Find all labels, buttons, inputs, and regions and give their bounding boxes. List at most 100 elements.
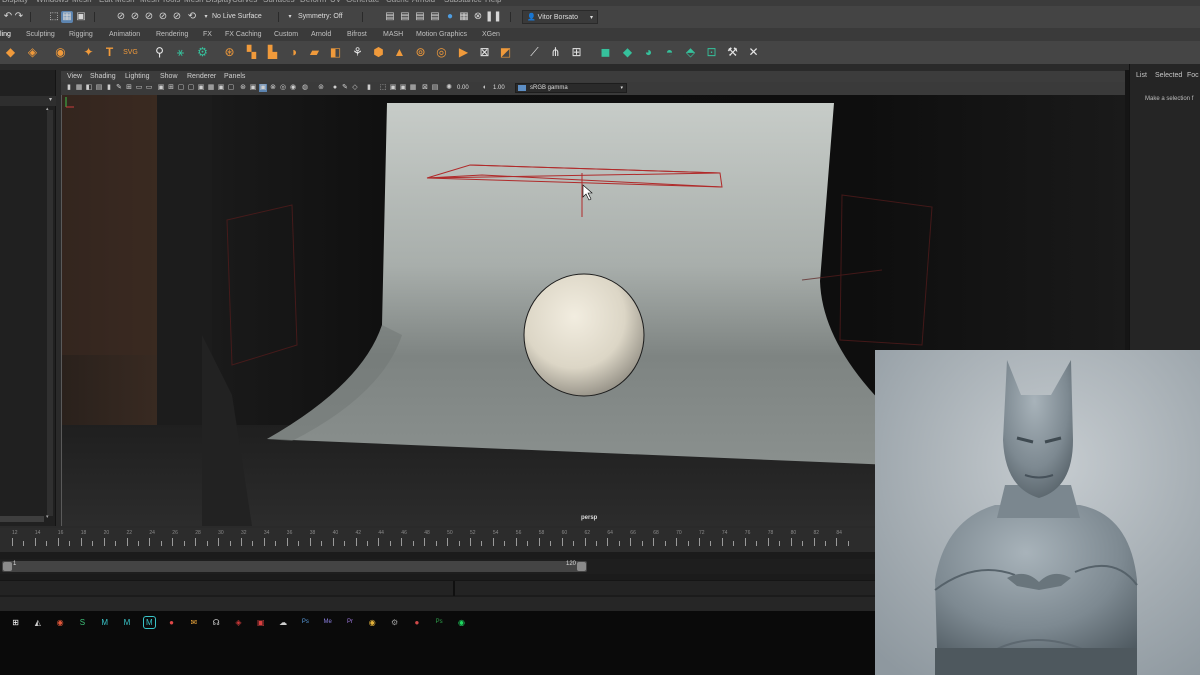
scroll-down-icon[interactable]: ▾ — [46, 514, 49, 520]
outliner-horizontal-scrollbar[interactable] — [0, 516, 44, 522]
tools-icon[interactable]: ⚙ — [389, 617, 400, 628]
shadows-icon[interactable]: ⊗ — [269, 84, 277, 92]
extract-icon[interactable]: ◧ — [328, 45, 343, 60]
app-icon[interactable]: ◭ — [32, 617, 43, 628]
adobe-icon[interactable]: ▣ — [255, 617, 266, 628]
menu-item[interactable]: UV — [330, 0, 341, 4]
star-icon[interactable]: ✦ — [81, 45, 96, 60]
select-by-object-icon[interactable]: ▦ — [61, 11, 73, 23]
snap-vertex-icon[interactable]: ⟲ — [186, 11, 198, 23]
photoshop-alt-icon[interactable]: Ps — [434, 617, 445, 628]
exposure-icon[interactable]: ● — [331, 84, 339, 92]
menu-view[interactable]: View — [67, 72, 82, 81]
wireframe-icon[interactable]: ⊠ — [477, 45, 492, 60]
xray-icon[interactable]: ▢ — [227, 84, 235, 92]
film-gate-icon[interactable]: ▭ — [135, 84, 143, 92]
wireframe-on-shaded-icon[interactable]: ▣ — [217, 84, 225, 92]
uv-planar-icon[interactable]: ◆ — [620, 45, 635, 60]
chrome-icon[interactable]: ◉ — [367, 617, 378, 628]
snap-surface-icon[interactable]: ⊘ — [171, 11, 183, 23]
menu-item[interactable]: Display — [2, 0, 28, 4]
view-transform-icon[interactable]: ◇ — [351, 84, 359, 92]
shelf-tab-bifrost[interactable]: Bifrost — [347, 29, 367, 40]
chrome-icon[interactable]: ◉ — [55, 617, 66, 628]
shelf-tab-motion-graphics[interactable]: Motion Graphics — [416, 29, 467, 40]
windows-icon[interactable]: ⊞ — [10, 617, 21, 628]
hypershade-icon[interactable]: ● — [444, 11, 456, 23]
command-line[interactable] — [0, 580, 875, 596]
shelf-tab-modeling[interactable]: ling — [0, 29, 11, 40]
camera-icon[interactable]: ▮ — [365, 84, 373, 92]
menu-item[interactable]: Mesh — [72, 0, 92, 4]
snap-view-icon[interactable]: ⊘ — [157, 11, 169, 23]
menu-item[interactable]: Substance — [444, 0, 482, 4]
photoshop-icon[interactable]: Ps — [300, 617, 311, 628]
frame-icon[interactable]: ▣ — [389, 84, 397, 92]
headset-icon[interactable]: ☊ — [211, 617, 222, 628]
shelf-tab-fx-caching[interactable]: FX Caching — [225, 29, 262, 40]
frame-all-icon[interactable]: ▣ — [399, 84, 407, 92]
gamma-icon[interactable]: ✎ — [341, 84, 349, 92]
smooth-icon[interactable]: ▙ — [265, 45, 280, 60]
shelf-tab-sculpting[interactable]: Sculpting — [26, 29, 55, 40]
uv-cylindrical-icon[interactable]: ◕ — [641, 45, 656, 60]
text-icon[interactable]: T — [102, 45, 117, 60]
shelf-tab-arnold[interactable]: Arnold — [311, 29, 331, 40]
uv-spherical-icon[interactable]: ◓ — [662, 45, 677, 60]
svg-icon[interactable]: ◈ — [25, 45, 40, 60]
symmetry-dropdown[interactable]: Symmetry: Off — [294, 10, 356, 24]
bookmark-icon[interactable]: ◧ — [85, 84, 93, 92]
pipe-icon[interactable]: ◎ — [434, 45, 449, 60]
live-surface-field[interactable]: No Live Surface — [208, 10, 272, 24]
spotify-icon[interactable]: ◉ — [456, 617, 467, 628]
close-icon[interactable]: ✕ — [746, 45, 761, 60]
shelf-tab-rendering[interactable]: Rendering — [156, 29, 188, 40]
shelf-tab-mash[interactable]: MASH — [383, 29, 403, 40]
select-camera-icon[interactable]: ▮ — [65, 84, 73, 92]
image-plane-icon[interactable]: ▤ — [95, 84, 103, 92]
shelf-tab-custom[interactable]: Custom — [274, 29, 298, 40]
safe-action-icon[interactable]: ▢ — [177, 84, 185, 92]
channel-tab-selected[interactable]: Selected — [1155, 72, 1182, 79]
game-icon[interactable]: ◈ — [233, 617, 244, 628]
menu-item[interactable]: Cache — [386, 0, 409, 4]
render-settings-icon[interactable]: ▤ — [429, 11, 441, 23]
menu-item[interactable]: Arnold — [412, 0, 435, 4]
menu-item[interactable]: Help — [485, 0, 501, 4]
cube-tool-icon[interactable]: ⚘ — [350, 45, 365, 60]
sphere-object[interactable] — [523, 273, 645, 397]
exposure-control-icon[interactable]: ✺ — [445, 84, 453, 92]
menu-item[interactable]: Windows — [36, 0, 68, 4]
outliner-header[interactable]: ▾ — [0, 96, 56, 106]
select-by-hierarchy-icon[interactable]: ⬚ — [48, 11, 60, 23]
sphere-icon[interactable]: ◉ — [53, 45, 68, 60]
uv-auto-icon[interactable]: ⬘ — [683, 45, 698, 60]
use-default-material-icon[interactable]: ⊛ — [239, 84, 247, 92]
safe-title-icon[interactable]: ▢ — [187, 84, 195, 92]
snap-point-icon[interactable]: ⊘ — [143, 11, 155, 23]
maya-active-icon[interactable]: M — [142, 616, 156, 629]
multicut-icon[interactable]: ⟋ — [527, 45, 542, 60]
cone-icon[interactable]: ▲ — [392, 45, 407, 60]
shelf-tab-xgen[interactable]: XGen — [482, 29, 500, 40]
select-icon[interactable]: ⬚ — [379, 84, 387, 92]
select-by-component-icon[interactable]: ▣ — [75, 11, 87, 23]
outliner-scrollbar[interactable] — [47, 110, 53, 516]
two-d-pan-icon[interactable]: ▮ — [105, 84, 113, 92]
gate-mask-icon[interactable]: ▣ — [157, 84, 165, 92]
pause-icon[interactable]: ❚❚ — [485, 11, 502, 23]
shelf-tab-fx[interactable]: FX — [203, 29, 212, 40]
svg-tool-icon[interactable]: SVG — [123, 45, 138, 60]
insert-loop-icon[interactable]: ⋔ — [548, 45, 563, 60]
user-account-menu[interactable]: 👤 Vitor Borsato ▾ — [522, 10, 598, 24]
redo-icon[interactable]: ↷ — [13, 11, 25, 23]
shelf-tab-animation[interactable]: Animation — [109, 29, 140, 40]
exposure-value[interactable]: 0.00 — [457, 83, 469, 93]
cut-icon[interactable]: ▶ — [456, 45, 471, 60]
time-slider[interactable]: 12 14 16 18 20 22 24 26 28 30 32 34 36 38 40 42 44 46 48 50… — [0, 528, 875, 552]
uv-editor-icon[interactable]: ◼ — [598, 45, 613, 60]
cube-icon[interactable]: ⬢ — [371, 45, 386, 60]
merge-icon[interactable]: ◩ — [498, 45, 513, 60]
menu-item[interactable]: Mesh Display — [184, 0, 232, 4]
hud-icon[interactable]: ▤ — [431, 84, 439, 92]
